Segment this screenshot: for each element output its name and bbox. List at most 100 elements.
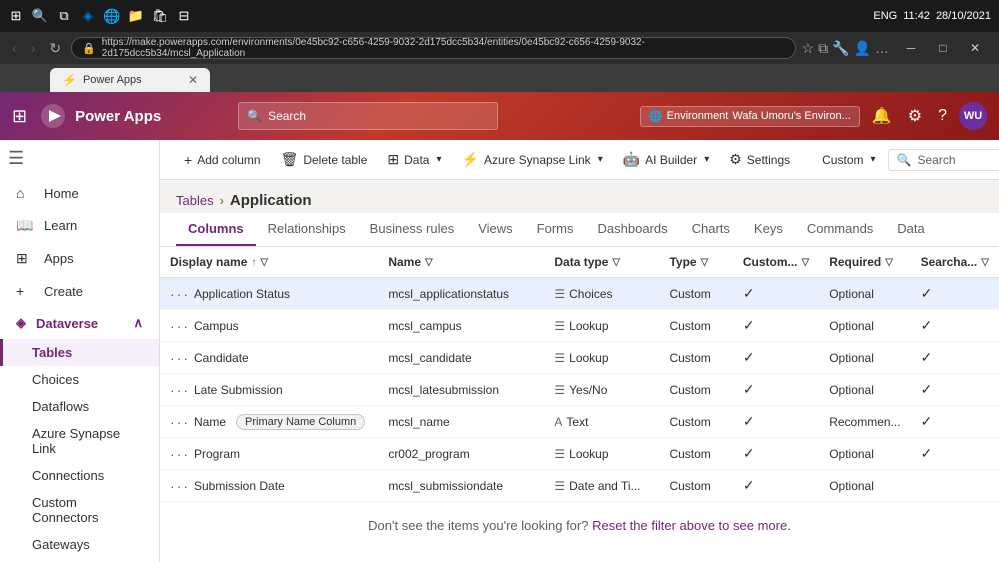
minimize-button[interactable]: ─ (895, 32, 927, 64)
azure-synapse-link-button[interactable]: ⚡ Azure Synapse Link (454, 147, 611, 172)
reset-filter-link[interactable]: Reset the filter above to see more. (592, 518, 791, 533)
powerapps-logo-icon (39, 102, 67, 130)
more-button-4[interactable]: ··· (170, 414, 190, 430)
chrome-icon[interactable]: 🌐 (104, 8, 120, 24)
waffle-menu-button[interactable]: ⊞ (12, 106, 27, 127)
dataverse-icon: ◈ (16, 315, 26, 331)
table-row[interactable]: ··· Submission Date mcsl_submissiondate … (160, 470, 999, 502)
sort-filter-icon: ▽ (260, 257, 268, 268)
sidebar-child-azure-synapse[interactable]: Azure Synapse Link (0, 420, 159, 462)
start-icon[interactable]: ⊞ (8, 8, 24, 24)
th-type[interactable]: Type ▽ (659, 247, 732, 278)
required-text-3: Optional (829, 383, 874, 397)
more-icon[interactable]: … (875, 40, 889, 56)
store-icon[interactable]: 🛍 (152, 8, 168, 24)
toolbar-search-icon: 🔍 (897, 153, 912, 167)
notifications-button[interactable]: 🔔 (868, 102, 896, 130)
sidebar-item-create[interactable]: + Create (0, 275, 159, 307)
tab-forms[interactable]: Forms (525, 213, 586, 246)
th-data-type-label: Data type (554, 255, 608, 269)
table-row[interactable]: ··· Application Status mcsl_applications… (160, 278, 999, 310)
tab-close-button[interactable]: ✕ (188, 73, 198, 87)
more-button-0[interactable]: ··· (170, 286, 190, 302)
more-button-3[interactable]: ··· (170, 382, 190, 398)
more-button-5[interactable]: ··· (170, 446, 190, 462)
sidebar-child-dataflows[interactable]: Dataflows (0, 393, 159, 420)
tab-data[interactable]: Data (885, 213, 936, 246)
apps-icon[interactable]: ⊟ (176, 8, 192, 24)
collections-icon[interactable]: ⧉ (818, 40, 828, 57)
sidebar-item-learn[interactable]: 📖 Learn (0, 209, 159, 242)
sidebar-item-apps[interactable]: ⊞ Apps (0, 242, 159, 275)
date-label: 28/10/2021 (936, 10, 991, 22)
sidebar-child-choices[interactable]: Choices (0, 366, 159, 393)
forward-button[interactable]: › (27, 38, 40, 58)
settings-toolbar-button[interactable]: ⚙ Settings (721, 147, 798, 172)
header-search-placeholder: Search (268, 109, 306, 123)
user-avatar-button[interactable]: WU (959, 102, 987, 130)
refresh-button[interactable]: ↻ (45, 38, 65, 59)
required-text-4: Recommen... (829, 415, 900, 429)
tab-views[interactable]: Views (466, 213, 524, 246)
search-taskbar-icon[interactable]: 🔍 (32, 8, 48, 24)
tab-keys[interactable]: Keys (742, 213, 795, 246)
environment-badge[interactable]: 🌐 Environment Wafa Umoru's Environ... (640, 106, 860, 127)
more-button-1[interactable]: ··· (170, 318, 190, 334)
profile-icon[interactable]: 👤 (854, 40, 871, 57)
help-button[interactable]: ? (934, 103, 951, 129)
th-data-type[interactable]: Data type ▽ (544, 247, 659, 278)
table-row[interactable]: ··· Late Submission mcsl_latesubmission … (160, 374, 999, 406)
sidebar-child-tables[interactable]: Tables (0, 339, 159, 366)
th-name[interactable]: Name ▽ (378, 247, 544, 278)
close-button[interactable]: ✕ (959, 32, 991, 64)
ai-builder-button[interactable]: 🤖 AI Builder (615, 147, 718, 172)
star-icon[interactable]: ☆ (802, 40, 815, 57)
cell-datatype-2: ☰ Lookup (544, 342, 659, 374)
breadcrumb-parent[interactable]: Tables (176, 193, 214, 208)
toolbar-search-box[interactable]: 🔍 Search (888, 149, 999, 171)
settings-label: Settings (747, 153, 790, 167)
tab-charts[interactable]: Charts (680, 213, 742, 246)
custom-check-3: ✓ (743, 381, 755, 397)
required-text-5: Optional (829, 447, 874, 461)
address-bar[interactable]: 🔒 https://make.powerapps.com/environment… (71, 37, 795, 59)
tab-commands[interactable]: Commands (795, 213, 885, 246)
tab-relationships[interactable]: Relationships (256, 213, 358, 246)
back-button[interactable]: ‹ (8, 38, 21, 58)
cell-name-0: mcsl_applicationstatus (378, 278, 544, 310)
cell-required-3: Optional (819, 374, 910, 406)
sidebar-child-connections[interactable]: Connections (0, 462, 159, 489)
tab-dashboards[interactable]: Dashboards (586, 213, 680, 246)
extensions-icon[interactable]: 🔧 (832, 40, 849, 57)
th-searchable[interactable]: Searcha... ▽ (911, 247, 999, 278)
sidebar-child-custom-connectors[interactable]: Custom Connectors (0, 489, 159, 531)
table-row[interactable]: ··· Name Primary Name Column mcsl_name A… (160, 406, 999, 438)
settings-button[interactable]: ⚙ (904, 102, 926, 130)
taskview-icon[interactable]: ⧉ (56, 8, 72, 24)
table-row[interactable]: ··· Candidate mcsl_candidate ☰ Lookup Cu… (160, 342, 999, 374)
file-icon[interactable]: 📁 (128, 8, 144, 24)
th-custom[interactable]: Custom... ▽ (733, 247, 819, 278)
add-column-button[interactable]: + Add column (176, 148, 269, 172)
table-row[interactable]: ··· Program cr002_program ☰ Lookup Custo… (160, 438, 999, 470)
table-row[interactable]: ··· Campus mcsl_campus ☰ Lookup Custom ✓ (160, 310, 999, 342)
tab-columns[interactable]: Columns (176, 213, 256, 246)
active-tab[interactable]: ⚡ Power Apps ✕ (50, 68, 210, 92)
more-button-6[interactable]: ··· (170, 478, 190, 494)
custom-dropdown-button[interactable]: Custom (814, 149, 883, 171)
data-button[interactable]: ⊞ Data (379, 147, 449, 172)
tab-business-rules[interactable]: Business rules (358, 213, 467, 246)
sidebar-item-home[interactable]: ⌂ Home (0, 177, 159, 209)
sidebar-label-choices: Choices (32, 372, 79, 387)
edge-icon[interactable]: ◈ (80, 8, 96, 24)
more-button-2[interactable]: ··· (170, 350, 190, 366)
maximize-button[interactable]: □ (927, 32, 959, 64)
th-display-name[interactable]: Display name ↑ ▽ (160, 247, 378, 278)
header-search-box[interactable]: 🔍 Search (238, 102, 498, 130)
sidebar-collapse-button[interactable]: ☰ (0, 140, 159, 177)
th-required[interactable]: Required ▽ (819, 247, 910, 278)
sidebar-child-gateways[interactable]: Gateways (0, 531, 159, 558)
breadcrumb-separator: › (220, 193, 224, 208)
delete-table-button[interactable]: 🗑 Delete table (273, 147, 376, 172)
sidebar-section-dataverse[interactable]: ◈ Dataverse ∧ (0, 307, 159, 339)
